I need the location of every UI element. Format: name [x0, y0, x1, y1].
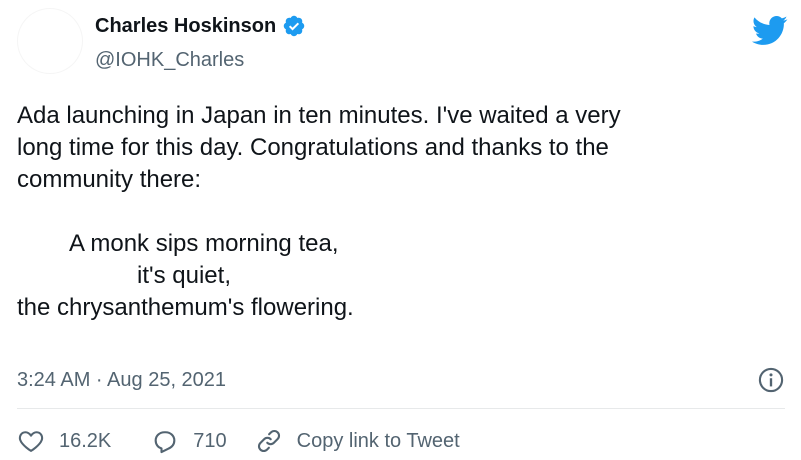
- info-icon[interactable]: [757, 366, 785, 394]
- verified-badge-icon: [283, 15, 305, 37]
- author-display-name[interactable]: Charles Hoskinson: [95, 14, 276, 38]
- tweet-actions: 16.2K 710 Copy link to Tweet: [17, 426, 460, 456]
- heart-icon: [18, 431, 44, 452]
- link-icon: [257, 429, 280, 453]
- tweet-text: Ada launching in Japan in ten minutes. I…: [17, 100, 777, 324]
- tweet-timestamp[interactable]: 3:24 AM · Aug 25, 2021: [17, 368, 226, 392]
- twitter-bird-icon[interactable]: [752, 12, 788, 48]
- copy-link-button[interactable]: Copy link to Tweet: [255, 427, 460, 455]
- tweet-text-line: long time for this day. Congratulations …: [17, 134, 609, 161]
- tweet-text-line: A monk sips morning tea,: [17, 230, 339, 257]
- like-button[interactable]: 16.2K: [17, 427, 111, 455]
- tweet-text-line: [17, 196, 777, 228]
- author-handle[interactable]: @IOHK_Charles: [95, 48, 244, 72]
- like-count: 16.2K: [59, 429, 112, 452]
- tweet-text-line: it's quiet,: [17, 262, 231, 289]
- reply-count: 710: [193, 429, 227, 452]
- reply-button[interactable]: 710: [151, 427, 227, 455]
- avatar[interactable]: [17, 8, 83, 74]
- tweet-text-line: community there:: [17, 166, 202, 193]
- divider: [17, 408, 785, 409]
- reply-bubble-icon: [154, 431, 176, 454]
- copy-link-label: Copy link to Tweet: [296, 429, 460, 452]
- tweet-text-line: the chrysanthemum's flowering.: [17, 294, 354, 321]
- author-name-row: Charles Hoskinson: [95, 14, 306, 38]
- tweet-text-line: Ada launching in Japan in ten minutes. I…: [17, 102, 621, 129]
